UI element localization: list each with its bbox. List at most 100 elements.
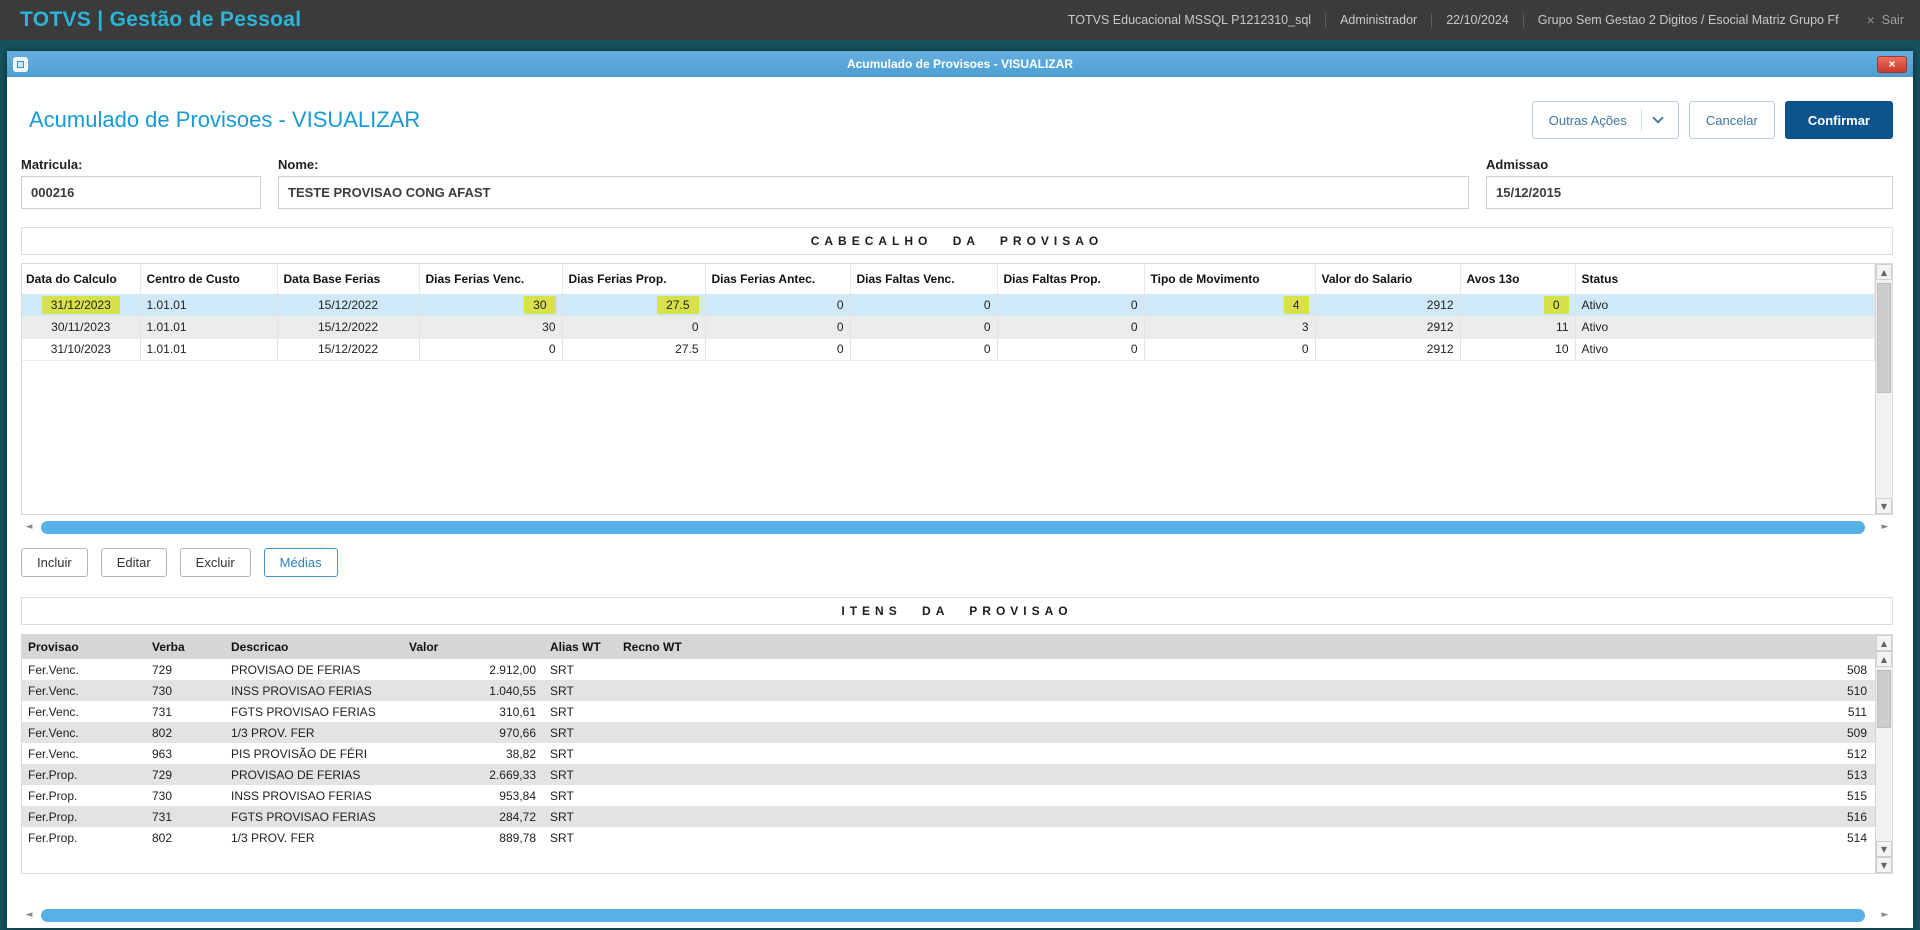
items-grid-cell[interactable]: PROVISAO DE FERIAS: [225, 659, 403, 680]
items-grid-cell[interactable]: 513: [617, 764, 1875, 785]
nome-input[interactable]: TESTE PROVISAO CONG AFAST: [278, 176, 1469, 209]
header-grid-cell[interactable]: 15/12/2022: [277, 316, 420, 339]
scroll-track[interactable]: [1877, 668, 1891, 840]
header-grid-cell[interactable]: 0: [705, 338, 851, 361]
scroll-right-button[interactable]: ►: [1877, 520, 1893, 534]
items-grid-cell[interactable]: 284,72: [403, 806, 544, 827]
incluir-button[interactable]: Incluir: [21, 548, 88, 577]
window-restore-icon[interactable]: [13, 56, 28, 72]
scroll-down-button[interactable]: ▼: [1876, 841, 1892, 857]
modal-close-button[interactable]: ×: [1877, 55, 1907, 73]
items-grid-cell[interactable]: 953,84: [403, 785, 544, 806]
header-grid-cell[interactable]: 2912: [1315, 294, 1461, 317]
header-grid-cell[interactable]: 0: [997, 316, 1145, 339]
header-grid-cell[interactable]: 30: [419, 294, 563, 317]
items-grid-cell[interactable]: SRT: [544, 722, 617, 743]
excluir-button[interactable]: Excluir: [179, 548, 251, 577]
items-grid-cell[interactable]: 731: [146, 701, 225, 722]
scroll-up-button[interactable]: ▲: [1876, 635, 1892, 651]
items-grid-cell[interactable]: 889,78: [403, 827, 544, 848]
items-grid-cell[interactable]: 509: [617, 722, 1875, 743]
items-grid-cell[interactable]: SRT: [544, 680, 617, 701]
items-grid-cell[interactable]: 1.040,55: [403, 680, 544, 701]
header-grid-cell[interactable]: 30/11/2023: [22, 316, 141, 339]
items-grid-row[interactable]: Fer.Prop. 730 INSS PROVISAO FERIAS 953,84 SR…: [22, 785, 1875, 806]
items-grid-cell[interactable]: SRT: [544, 764, 617, 785]
header-grid-cell[interactable]: 0: [1144, 338, 1316, 361]
items-grid-column-header[interactable]: Verba: [146, 635, 225, 659]
header-grid-cell[interactable]: 11: [1460, 316, 1576, 339]
items-grid-cell[interactable]: 512: [617, 743, 1875, 764]
items-grid-row[interactable]: Fer.Prop. 729 PROVISAO DE FERIAS 2.669,33 SR…: [22, 764, 1875, 785]
matricula-input[interactable]: 000216: [21, 176, 261, 209]
header-grid-column-header[interactable]: Valor do Salario: [1315, 264, 1461, 294]
items-grid-row[interactable]: Fer.Prop. 731 FGTS PROVISAO FERIAS 284,72 SR…: [22, 806, 1875, 827]
scroll-up-button[interactable]: ▲: [1876, 651, 1892, 667]
scroll-left-button[interactable]: ◄: [21, 520, 37, 534]
scroll-thumb[interactable]: [1877, 670, 1891, 728]
items-grid-cell[interactable]: 963: [146, 743, 225, 764]
header-grid-cell[interactable]: 10: [1460, 338, 1576, 361]
header-grid-row[interactable]: 30/11/2023 1.01.01 15/12/2022 30 0 0 0 0 3 2912 11…: [22, 316, 1875, 339]
items-grid-row[interactable]: Fer.Venc. 729 PROVISAO DE FERIAS 2.912,00 SR…: [22, 659, 1875, 680]
header-grid-column-header[interactable]: Dias Ferias Prop.: [562, 264, 706, 294]
header-grid-cell[interactable]: 27.5: [562, 338, 706, 361]
scroll-down-button[interactable]: ▼: [1876, 498, 1892, 514]
header-grid-cell[interactable]: 0: [997, 294, 1145, 317]
header-grid-cell[interactable]: 3: [1144, 316, 1316, 339]
header-grid-cell[interactable]: 2912: [1315, 316, 1461, 339]
scroll-right-button[interactable]: ►: [1877, 908, 1893, 922]
medias-button[interactable]: Médias: [263, 548, 338, 577]
header-grid-cell[interactable]: 4: [1144, 294, 1316, 317]
items-grid-cell[interactable]: 514: [617, 827, 1875, 848]
items-grid-cell[interactable]: INSS PROVISAO FERIAS: [225, 785, 403, 806]
items-grid-cell[interactable]: 516: [617, 806, 1875, 827]
items-grid-cell[interactable]: 729: [146, 659, 225, 680]
items-grid-cell[interactable]: 38,82: [403, 743, 544, 764]
items-grid-row[interactable]: Fer.Venc. 802 1/3 PROV. FER 970,66 SRT 509: [22, 722, 1875, 743]
items-grid-cell[interactable]: Fer.Prop.: [22, 806, 146, 827]
header-grid-column-header[interactable]: Centro de Custo: [140, 264, 278, 294]
header-grid-cell[interactable]: 2912: [1315, 338, 1461, 361]
header-grid-cell[interactable]: 31/12/2023: [22, 294, 141, 317]
items-grid-column-header[interactable]: Descricao: [225, 635, 403, 659]
items-grid-cell[interactable]: 508: [617, 659, 1875, 680]
items-grid-cell[interactable]: 802: [146, 722, 225, 743]
header-grid-cell[interactable]: 0: [850, 316, 998, 339]
cancelar-button[interactable]: Cancelar: [1688, 101, 1775, 139]
items-grid-cell[interactable]: PIS PROVISÃO DE FÉRI: [225, 743, 403, 764]
items-grid-cell[interactable]: Fer.Venc.: [22, 680, 146, 701]
items-grid-cell[interactable]: 802: [146, 827, 225, 848]
header-grid-cell[interactable]: 1.01.01: [140, 294, 278, 317]
outras-acoes-button[interactable]: Outras Ações: [1531, 101, 1679, 139]
header-grid-cell[interactable]: 1.01.01: [140, 338, 278, 361]
items-grid-cell[interactable]: Fer.Prop.: [22, 827, 146, 848]
header-grid-column-header[interactable]: Tipo de Movimento: [1144, 264, 1316, 294]
header-grid-cell[interactable]: Ativo: [1575, 294, 1875, 317]
items-grid-cell[interactable]: PROVISAO DE FERIAS: [225, 764, 403, 785]
items-grid-row[interactable]: Fer.Venc. 730 INSS PROVISAO FERIAS 1.040,55…: [22, 680, 1875, 701]
header-grid-cell[interactable]: Ativo: [1575, 316, 1875, 339]
items-grid-cell[interactable]: 310,61: [403, 701, 544, 722]
items-grid-row[interactable]: Fer.Venc. 963 PIS PROVISÃO DE FÉRI 38,82 SRT…: [22, 743, 1875, 764]
items-grid-cell[interactable]: FGTS PROVISAO FERIAS: [225, 806, 403, 827]
header-grid-vscrollbar[interactable]: ▲ ▼: [1875, 264, 1892, 514]
header-grid-row[interactable]: 31/10/2023 1.01.01 15/12/2022 0 27.5 0 0 0 0 2912…: [22, 338, 1875, 361]
items-grid-cell[interactable]: Fer.Venc.: [22, 701, 146, 722]
scroll-left-button[interactable]: ◄: [21, 908, 37, 922]
items-grid-cell[interactable]: Fer.Venc.: [22, 743, 146, 764]
header-grid-cell[interactable]: 27.5: [562, 294, 706, 317]
scroll-thumb[interactable]: [1877, 283, 1891, 393]
items-grid-cell[interactable]: SRT: [544, 827, 617, 848]
items-grid-cell[interactable]: 970,66: [403, 722, 544, 743]
header-grid-cell[interactable]: 31/10/2023: [22, 338, 141, 361]
items-grid-cell[interactable]: 515: [617, 785, 1875, 806]
scroll-track[interactable]: [39, 520, 1875, 534]
header-grid-cell[interactable]: 15/12/2022: [277, 338, 420, 361]
header-grid-cell[interactable]: 0: [997, 338, 1145, 361]
items-grid-hscrollbar[interactable]: ◄ ►: [21, 908, 1893, 922]
items-grid-cell[interactable]: 511: [617, 701, 1875, 722]
scroll-up-button[interactable]: ▲: [1876, 264, 1892, 280]
header-grid-column-header[interactable]: Status: [1575, 264, 1875, 294]
items-grid-cell[interactable]: SRT: [544, 785, 617, 806]
